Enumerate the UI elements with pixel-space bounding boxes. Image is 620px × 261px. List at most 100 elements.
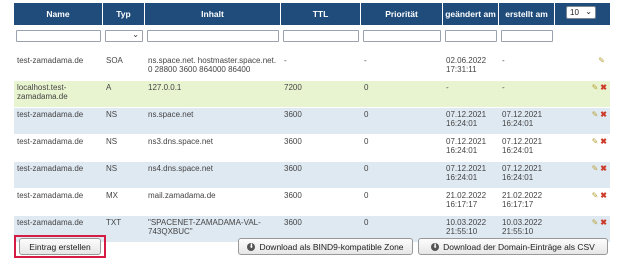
cell-prio: 0 <box>361 188 443 215</box>
table-row: test-zamadama.de SOA ns.space.net. hostmas… <box>14 53 610 80</box>
cell-ttl: 3600 <box>281 188 361 215</box>
cell-erstellt: - <box>499 53 555 80</box>
pencil-icon[interactable]: ✎ <box>598 56 605 65</box>
create-entry-button[interactable]: Eintrag erstellen <box>19 238 101 255</box>
pencil-icon[interactable]: ✎ <box>592 191 599 200</box>
row-actions: ✎ ✖ <box>555 161 610 188</box>
column-header-typ[interactable]: Typ <box>103 3 145 25</box>
cell-typ: A <box>103 80 145 107</box>
cell-typ: NS <box>103 134 145 161</box>
table-row: localhost.test-zamadama.de A 127.0.0.1 7200… <box>14 80 610 107</box>
cross-icon[interactable]: ✖ <box>600 191 607 200</box>
cell-typ: NS <box>103 161 145 188</box>
cell-prio: 0 <box>361 161 443 188</box>
pencil-icon[interactable]: ✎ <box>592 83 599 92</box>
filter-prio-input[interactable] <box>363 30 441 42</box>
cell-inhalt: mail.zamadama.de <box>145 188 281 215</box>
column-header-name[interactable]: Name <box>14 3 103 25</box>
download-circle-icon: ⬇ <box>247 242 256 251</box>
cell-name: localhost.test-zamadama.de <box>14 80 103 107</box>
cell-inhalt: ns4.dns.space.net <box>145 161 281 188</box>
page-size-select[interactable]: 10 ⌄ <box>566 6 596 19</box>
chevron-down-icon: ⌄ <box>132 30 139 39</box>
cell-name: test-zamadama.de <box>14 161 103 188</box>
column-header-erstellt[interactable]: erstellt am <box>499 3 555 25</box>
cell-ttl: 7200 <box>281 80 361 107</box>
cell-prio: 0 <box>361 134 443 161</box>
filter-name-input[interactable] <box>16 30 101 42</box>
cell-geaendert: 21.02.2022 16:17:17 <box>443 188 499 215</box>
download-bind-label: Download als BIND9-kompatible Zone <box>259 241 404 252</box>
cell-prio: 0 <box>361 80 443 107</box>
cell-name: test-zamadama.de <box>14 53 103 80</box>
cell-prio: - <box>361 53 443 80</box>
filter-row: ⌄ <box>14 25 610 45</box>
cell-erstellt: 21.02.2022 16:17:17 <box>499 188 555 215</box>
cell-ttl: 3600 <box>281 107 361 134</box>
chevron-down-icon: ⌄ <box>585 7 592 16</box>
cell-geaendert: 07.12.2021 16:24:01 <box>443 107 499 134</box>
cross-icon[interactable]: ✖ <box>600 110 607 119</box>
column-header-ttl[interactable]: TTL <box>281 3 361 25</box>
pencil-icon[interactable]: ✎ <box>592 110 599 119</box>
table-row: test-zamadama.de NS ns4.dns.space.net 3600 0… <box>14 161 610 188</box>
cell-geaendert: - <box>443 80 499 107</box>
dns-records-panel: Name Typ Inhalt TTL Priorität geändert a… <box>4 0 616 261</box>
pencil-icon[interactable]: ✎ <box>592 218 599 227</box>
column-header-inhalt[interactable]: Inhalt <box>145 3 281 25</box>
cross-icon[interactable]: ✖ <box>600 137 607 146</box>
download-bind-button[interactable]: ⬇ Download als BIND9-kompatible Zone <box>238 238 413 255</box>
filter-typ-select[interactable]: ⌄ <box>105 30 143 42</box>
cell-erstellt: 07.12.2021 16:24:01 <box>499 161 555 188</box>
pencil-icon[interactable]: ✎ <box>592 164 599 173</box>
cell-inhalt: ns.space.net <box>145 107 281 134</box>
cell-inhalt: ns3.dns.space.net <box>145 134 281 161</box>
records-body: test-zamadama.de SOA ns.space.net. hostmas… <box>14 45 610 242</box>
filter-inhalt-input[interactable] <box>147 30 279 42</box>
filter-ttl-input[interactable] <box>283 30 359 42</box>
dns-records-table: Name Typ Inhalt TTL Priorität geändert a… <box>14 3 610 242</box>
table-row: test-zamadama.de MX mail.zamadama.de 3600 0 2… <box>14 188 610 215</box>
download-circle-icon: ⬇ <box>431 242 440 251</box>
create-button-highlight: Eintrag erstellen <box>14 235 106 258</box>
row-actions: ✎ ✖ <box>555 80 610 107</box>
cell-geaendert: 07.12.2021 16:24:01 <box>443 161 499 188</box>
cell-name: test-zamadama.de <box>14 134 103 161</box>
download-csv-button[interactable]: ⬇ Download der Domain-Einträge als CSV <box>418 238 608 255</box>
cell-ttl: 3600 <box>281 134 361 161</box>
filter-erstellt-input[interactable] <box>501 30 553 42</box>
cell-typ: SOA <box>103 53 145 80</box>
pencil-icon[interactable]: ✎ <box>592 137 599 146</box>
row-actions: ✎ ✖ <box>555 134 610 161</box>
table-row: test-zamadama.de NS ns3.dns.space.net 3600 0… <box>14 134 610 161</box>
cell-erstellt: 07.12.2021 16:24:01 <box>499 134 555 161</box>
table-row: test-zamadama.de NS ns.space.net 3600 0 07.12… <box>14 107 610 134</box>
page-size-value: 10 <box>570 8 579 17</box>
download-csv-label: Download der Domain-Einträge als CSV <box>443 241 595 252</box>
cell-ttl: - <box>281 53 361 80</box>
cell-typ: MX <box>103 188 145 215</box>
cross-icon[interactable]: ✖ <box>600 218 607 227</box>
column-header-prioritaet[interactable]: Priorität <box>361 3 443 25</box>
cell-ttl: 3600 <box>281 161 361 188</box>
cell-erstellt: 07.12.2021 16:24:01 <box>499 107 555 134</box>
column-header-geaendert[interactable]: geändert am <box>443 3 499 25</box>
row-actions: ✎ ✖ <box>555 107 610 134</box>
cell-typ: TXT <box>103 215 145 242</box>
cell-geaendert: 07.12.2021 16:24:01 <box>443 134 499 161</box>
cell-prio: 0 <box>361 107 443 134</box>
cell-name: test-zamadama.de <box>14 188 103 215</box>
cross-icon[interactable]: ✖ <box>600 83 607 92</box>
row-actions: ✎ ✖ <box>555 188 610 215</box>
header-row: Name Typ Inhalt TTL Priorität geändert a… <box>14 3 610 25</box>
cross-icon[interactable]: ✖ <box>600 164 607 173</box>
cell-inhalt: ns.space.net. hostmaster.space.net. 0 28… <box>145 53 281 80</box>
cell-erstellt: - <box>499 80 555 107</box>
cell-name: test-zamadama.de <box>14 107 103 134</box>
cell-typ: NS <box>103 107 145 134</box>
cell-inhalt: 127.0.0.1 <box>145 80 281 107</box>
row-actions: ✎ <box>555 53 610 80</box>
create-entry-label: Eintrag erstellen <box>29 241 91 252</box>
cell-geaendert: 02.06.2022 17:31:11 <box>443 53 499 80</box>
filter-geaendert-input[interactable] <box>445 30 497 42</box>
